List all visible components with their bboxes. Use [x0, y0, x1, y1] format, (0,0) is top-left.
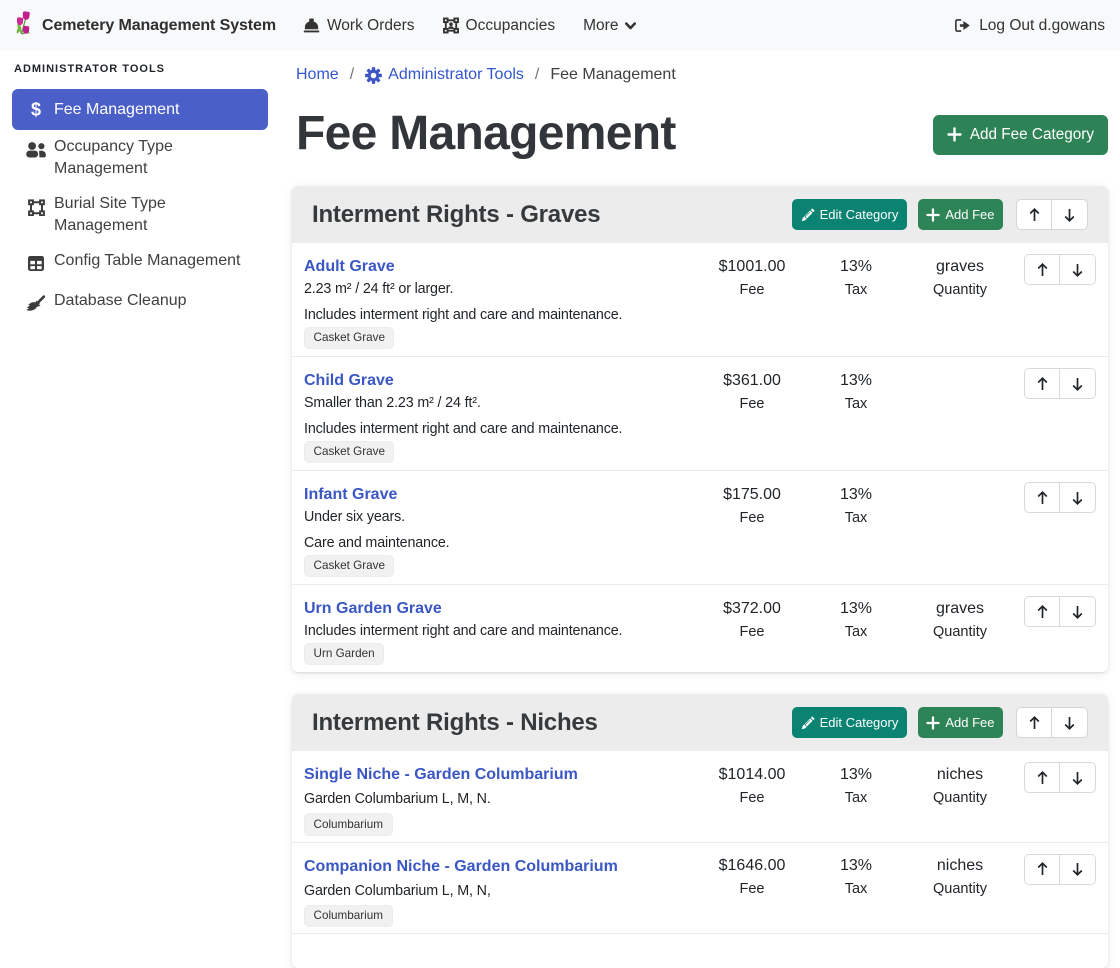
svg-text:$: $ [31, 101, 41, 119]
